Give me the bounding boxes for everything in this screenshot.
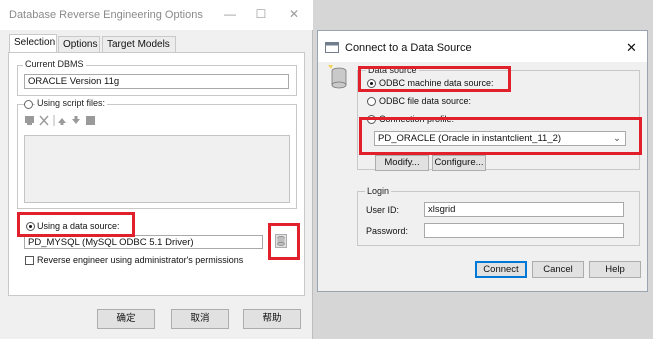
tab-selection[interactable]: Selection [9, 34, 57, 53]
dialog-title-bar: Connect to a Data Source ✕ [318, 31, 647, 62]
cancel-button[interactable]: 取消 [171, 309, 229, 329]
script-files-label: Using script files: [35, 98, 108, 108]
minimize-icon[interactable]: — [222, 6, 238, 22]
configure-button[interactable]: Configure... [432, 155, 486, 171]
title-bar: Database Reverse Engineering Options — ☐… [0, 0, 313, 30]
tab-options[interactable]: Options [58, 36, 100, 52]
database-icon [328, 65, 347, 89]
move-down-icon[interactable] [72, 116, 80, 124]
help-button[interactable]: 帮助 [243, 309, 301, 329]
connect-button[interactable]: Connect [475, 261, 527, 278]
file-properties-icon[interactable] [86, 116, 95, 125]
help-button[interactable]: Help [589, 261, 641, 278]
delete-icon[interactable] [39, 115, 49, 126]
data-source-field: PD_MYSQL (MySQL ODBC 5.1 Driver) [24, 235, 263, 249]
odbc-file-radio[interactable] [367, 97, 376, 106]
admin-permissions-checkbox[interactable] [25, 256, 34, 265]
reverse-engineering-options-window: Database Reverse Engineering Options — ☐… [0, 0, 313, 339]
admin-permissions-label: Reverse engineer using administrator's p… [37, 255, 244, 265]
move-up-icon[interactable] [58, 118, 66, 125]
highlight-machine-source [358, 66, 511, 92]
login-group-label: Login [365, 186, 392, 196]
odbc-file-label: ODBC file data source: [379, 96, 472, 106]
close-icon[interactable]: ✕ [626, 40, 637, 56]
password-label: Password: [366, 226, 409, 236]
user-id-input[interactable]: xlsgrid [424, 202, 624, 217]
current-dbms-field: ORACLE Version 11g [24, 74, 289, 89]
script-toolbar [25, 115, 95, 126]
connect-data-source-dialog: Connect to a Data Source ✕ Data source O… [317, 30, 648, 292]
add-file-icon[interactable] [25, 116, 34, 125]
script-files-radio[interactable] [24, 100, 33, 109]
cancel-button[interactable]: Cancel [532, 261, 584, 278]
modify-button[interactable]: Modify... [375, 155, 429, 171]
password-input[interactable] [424, 223, 624, 238]
ok-button[interactable]: 确定 [97, 309, 155, 329]
close-icon[interactable]: ✕ [286, 6, 302, 22]
window-title: Database Reverse Engineering Options [9, 9, 203, 21]
highlight-data-source-option [17, 212, 135, 237]
script-files-list[interactable] [24, 135, 290, 203]
window-app-icon [325, 42, 339, 53]
maximize-icon[interactable]: ☐ [253, 6, 269, 22]
highlight-data-source-button [268, 223, 300, 260]
current-dbms-label: Current DBMS [23, 59, 86, 69]
dialog-title: Connect to a Data Source [345, 42, 472, 54]
tab-target-models[interactable]: Target Models [102, 36, 176, 52]
highlight-data-source-select [359, 117, 642, 155]
user-id-label: User ID: [366, 205, 400, 215]
